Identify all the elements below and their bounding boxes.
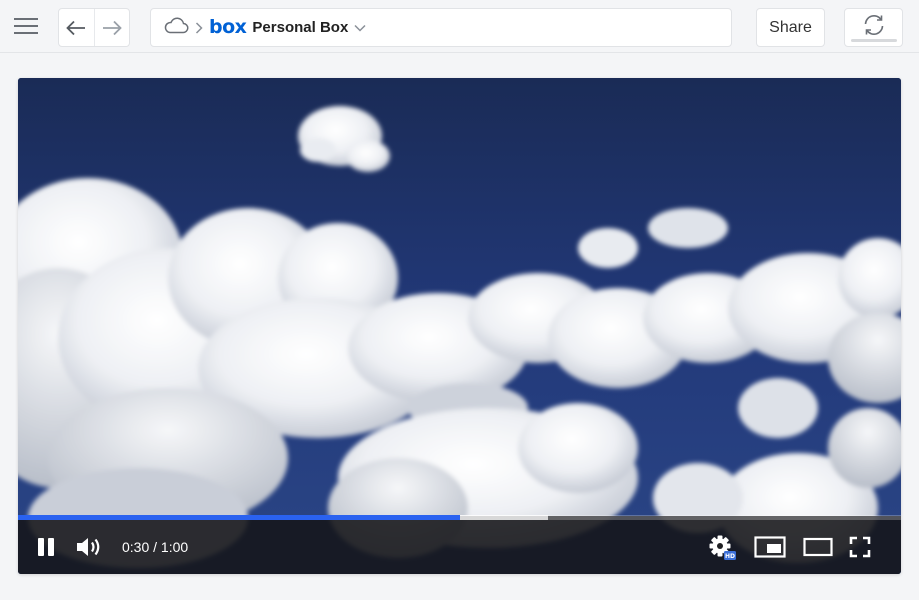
breadcrumb[interactable]: box Personal Box	[150, 8, 732, 47]
forward-button[interactable]	[93, 9, 130, 46]
chevron-down-icon[interactable]	[354, 24, 366, 32]
arrow-right-icon	[102, 20, 122, 35]
pause-icon	[38, 538, 54, 556]
volume-icon	[77, 538, 100, 556]
share-button[interactable]: Share	[756, 8, 825, 47]
chevron-right-icon	[195, 21, 203, 34]
settings-button[interactable]: HD	[706, 533, 738, 563]
progress-played	[18, 515, 460, 520]
theater-mode-button[interactable]	[801, 534, 835, 560]
pause-button[interactable]	[32, 533, 60, 561]
pip-button[interactable]	[753, 534, 787, 560]
back-button[interactable]	[59, 9, 94, 46]
arrow-left-icon	[66, 20, 86, 35]
picture-in-picture-icon	[754, 536, 786, 558]
settings-gear-icon: HD	[709, 535, 736, 560]
top-toolbar: box Personal Box Share	[0, 0, 919, 53]
sync-icon	[864, 14, 883, 35]
volume-button[interactable]	[74, 533, 104, 561]
theater-mode-icon	[803, 537, 833, 557]
sync-button[interactable]	[844, 8, 903, 47]
history-nav	[58, 8, 130, 47]
hamburger-menu-icon[interactable]	[10, 10, 42, 42]
video-player[interactable]: 0:30 / 1:00 HD	[18, 78, 901, 574]
fullscreen-icon	[849, 536, 871, 558]
progress-bar[interactable]	[18, 515, 901, 520]
video-frame[interactable]	[18, 78, 901, 574]
time-display: 0:30 / 1:00	[122, 539, 189, 555]
cloud-icon[interactable]	[163, 16, 189, 39]
settings-badge: HD	[725, 553, 735, 560]
sync-progress-bar	[850, 38, 897, 42]
breadcrumb-title[interactable]: Personal Box	[252, 19, 348, 36]
fullscreen-button[interactable]	[846, 534, 874, 560]
box-logo: box	[209, 16, 247, 38]
